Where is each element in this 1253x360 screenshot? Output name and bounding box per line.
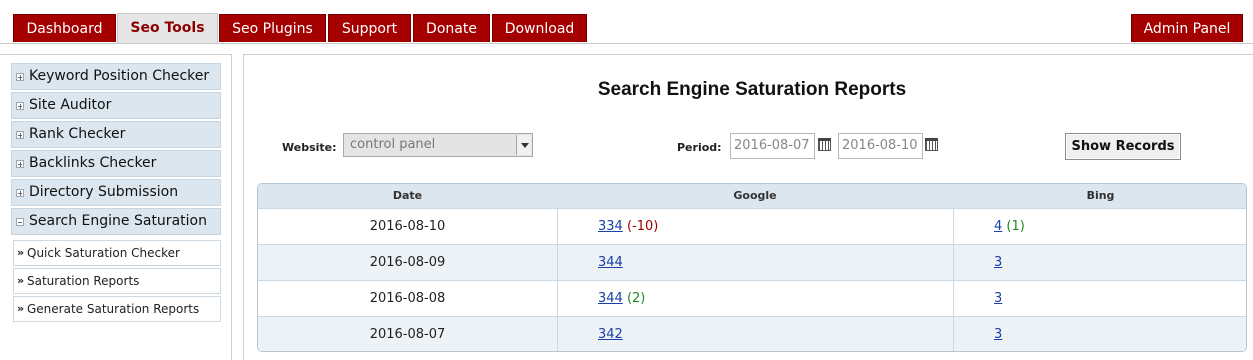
- sidebar-item-label: Rank Checker: [29, 126, 126, 142]
- bing-change: (1): [1006, 219, 1025, 234]
- website-label: Website:: [282, 141, 337, 154]
- date-cell: 2016-08-08: [369, 291, 446, 306]
- bing-cell: 4 (1): [994, 209, 1234, 244]
- table-row: 2016-08-07 342 3: [258, 316, 1246, 351]
- sidebar-item-search-engine-saturation[interactable]: Search Engine Saturation: [11, 208, 221, 235]
- google-count-link[interactable]: 342: [598, 327, 623, 342]
- column-divider: [557, 208, 558, 351]
- sidebar-item-label: Directory Submission: [29, 184, 179, 200]
- table-row: 2016-08-08 344 (2) 3: [258, 280, 1246, 316]
- column-header-date: Date: [392, 189, 423, 202]
- page-title: Search Engine Saturation Reports: [597, 79, 907, 100]
- bing-cell: 3: [994, 317, 1234, 351]
- nav-tab-donate[interactable]: Donate: [413, 14, 490, 42]
- sidebar-item-site-auditor[interactable]: Site Auditor: [11, 92, 221, 119]
- bing-cell: 3: [994, 245, 1234, 280]
- plus-icon: [16, 160, 24, 168]
- subitem-quick-saturation-checker[interactable]: » Quick Saturation Checker: [13, 240, 221, 266]
- table-row: 2016-08-09 344 3: [258, 244, 1246, 280]
- website-select-value: control panel: [350, 137, 436, 152]
- sidebar-item-label: Keyword Position Checker: [29, 68, 210, 84]
- double-chevron-icon: »: [17, 302, 25, 315]
- bing-count-link[interactable]: 3: [994, 255, 1002, 270]
- sidebar-item-label: Backlinks Checker: [29, 155, 157, 171]
- column-divider: [953, 208, 954, 351]
- sidebar-item-keyword-position-checker[interactable]: Keyword Position Checker: [11, 63, 221, 90]
- sidebar-item-label: Search Engine Saturation: [29, 213, 207, 229]
- sidebar-item-directory-submission[interactable]: Directory Submission: [11, 179, 221, 206]
- table-row: 2016-08-10 334 (-10) 4 (1): [258, 208, 1246, 244]
- date-cell: 2016-08-07: [369, 327, 446, 342]
- sidebar-item-backlinks-checker[interactable]: Backlinks Checker: [11, 150, 221, 177]
- plus-icon: [16, 102, 24, 110]
- bing-cell: 3: [994, 281, 1234, 316]
- table-header: Date Google Bing: [258, 184, 1246, 208]
- subitem-label: Saturation Reports: [27, 274, 140, 288]
- results-table: Date Google Bing 2016-08-10 334 (-10) 4 …: [257, 183, 1247, 352]
- double-chevron-icon: »: [17, 246, 25, 259]
- period-to-input[interactable]: 2016-08-10: [838, 133, 923, 159]
- google-count-link[interactable]: 334: [598, 219, 623, 234]
- period-from-input[interactable]: 2016-08-07: [730, 133, 815, 159]
- nav-tab-dashboard[interactable]: Dashboard: [13, 14, 116, 42]
- google-cell: 342: [598, 317, 938, 351]
- nav-tab-download[interactable]: Download: [492, 14, 587, 42]
- minus-icon: [16, 218, 24, 226]
- nav-tab-support[interactable]: Support: [328, 14, 411, 42]
- subitem-saturation-reports[interactable]: » Saturation Reports: [13, 268, 221, 294]
- google-count-link[interactable]: 344: [598, 291, 623, 306]
- date-cell: 2016-08-10: [369, 219, 446, 234]
- google-cell: 334 (-10): [598, 209, 938, 244]
- bing-count-link[interactable]: 4: [994, 219, 1002, 234]
- sidebar-item-label: Site Auditor: [29, 97, 112, 113]
- subitem-label: Quick Saturation Checker: [27, 246, 180, 260]
- subitem-generate-saturation-reports[interactable]: » Generate Saturation Reports: [13, 296, 221, 322]
- period-label: Period:: [677, 141, 722, 154]
- google-cell: 344: [598, 245, 938, 280]
- column-header-google: Google: [733, 189, 777, 202]
- top-navigation: Dashboard Seo Tools Seo Plugins Support …: [0, 0, 1253, 44]
- website-select[interactable]: control panel: [343, 133, 533, 157]
- column-header-bing: Bing: [1086, 189, 1115, 202]
- bing-count-link[interactable]: 3: [994, 291, 1002, 306]
- google-change: (-10): [626, 219, 659, 234]
- subitem-label: Generate Saturation Reports: [27, 302, 200, 316]
- google-count-link[interactable]: 344: [598, 255, 623, 270]
- sidebar-item-rank-checker[interactable]: Rank Checker: [11, 121, 221, 148]
- bing-count-link[interactable]: 3: [994, 327, 1002, 342]
- show-records-button[interactable]: Show Records: [1065, 133, 1181, 160]
- nav-tab-seo-tools[interactable]: Seo Tools: [117, 13, 218, 43]
- google-cell: 344 (2): [598, 281, 938, 316]
- calendar-icon[interactable]: [818, 138, 831, 151]
- plus-icon: [16, 189, 24, 197]
- nav-tab-seo-plugins[interactable]: Seo Plugins: [219, 14, 326, 42]
- google-change: (2): [626, 291, 646, 306]
- calendar-icon[interactable]: [925, 138, 938, 151]
- date-cell: 2016-08-09: [369, 255, 446, 270]
- sidebar: Keyword Position Checker Site Auditor Ra…: [0, 54, 232, 360]
- admin-panel-tab[interactable]: Admin Panel: [1131, 14, 1243, 42]
- plus-icon: [16, 131, 24, 139]
- dropdown-arrow-icon[interactable]: [516, 135, 531, 155]
- plus-icon: [16, 73, 24, 81]
- double-chevron-icon: »: [17, 274, 25, 287]
- main-content: Search Engine Saturation Reports Website…: [243, 54, 1253, 360]
